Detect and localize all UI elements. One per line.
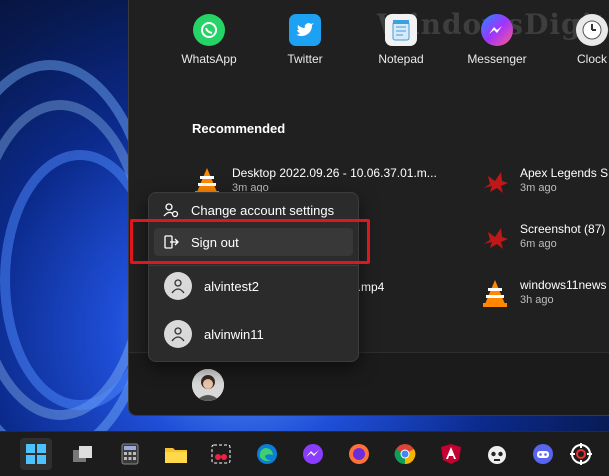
calculator-icon[interactable] <box>114 438 146 470</box>
pinned-app-twitter[interactable]: Twitter <box>265 10 345 66</box>
angular-icon[interactable] <box>435 438 467 470</box>
taskbar <box>0 431 609 476</box>
whatsapp-icon <box>193 14 225 46</box>
app-label: Clock <box>576 52 607 66</box>
account-name: alvinwin11 <box>204 326 264 342</box>
app-label: Notepad <box>378 52 424 66</box>
pinned-app-whatsapp[interactable]: WhatsApp <box>169 10 249 66</box>
account-settings-icon <box>163 202 179 218</box>
recommended-item-time: 3h ago <box>520 294 554 306</box>
app-label: WhatsApp <box>181 52 237 66</box>
recommended-item-title: Desktop 2022.09.26 - 10.06.37.01.m... <box>232 166 437 180</box>
account-avatar-icon <box>164 320 192 348</box>
discord-icon[interactable] <box>527 438 559 470</box>
bot-icon[interactable] <box>481 438 513 470</box>
messenger-icon <box>481 14 513 46</box>
twitter-icon <box>289 14 321 46</box>
recommended-item-title: Apex Legends S <box>520 166 609 180</box>
recommended-item-time: 3m ago <box>520 182 557 194</box>
pinned-app-clock[interactable]: Clock <box>552 10 609 66</box>
snipping-tool-icon[interactable] <box>205 438 237 470</box>
pinned-app-notepad[interactable]: Notepad <box>361 10 441 66</box>
notepad-icon <box>385 14 417 46</box>
apex-legends-icon <box>480 222 510 252</box>
messenger-icon[interactable] <box>297 438 329 470</box>
firefox-icon[interactable] <box>343 438 375 470</box>
apex-legends-icon <box>480 166 510 196</box>
edge-icon[interactable] <box>251 438 283 470</box>
account-avatar-icon <box>164 272 192 300</box>
vlc-icon <box>480 278 510 308</box>
account-flyout: Change account settings Sign out alvinte… <box>148 192 359 362</box>
recommended-item-time: 6m ago <box>520 238 557 250</box>
windows-start-icon[interactable] <box>20 438 52 470</box>
sign-out-highlight-box <box>130 219 370 264</box>
recommended-item-title: Screenshot (87) <box>520 222 606 236</box>
chrome-icon[interactable] <box>389 438 421 470</box>
clock-icon <box>576 14 608 46</box>
task-view-icon[interactable] <box>67 438 99 470</box>
pinned-app-messenger[interactable]: Messenger <box>457 10 537 66</box>
recommended-title: Recommended <box>192 121 286 136</box>
pinned-apps: WhatsApp Twitter Notepad Messenger Clock <box>129 10 609 70</box>
app-label: Messenger <box>467 52 527 66</box>
change-account-settings-label: Change account settings <box>191 202 335 218</box>
account-switch-alvintest2[interactable]: alvintest2 <box>154 266 353 306</box>
recommended-item-title: windows11news <box>520 278 607 292</box>
crosshair-icon[interactable] <box>565 438 597 470</box>
account-switch-alvinwin11[interactable]: alvinwin11 <box>154 314 353 354</box>
account-name: alvintest2 <box>204 278 259 294</box>
user-avatar-button[interactable] <box>192 369 224 401</box>
file-explorer-icon[interactable] <box>160 438 192 470</box>
app-label: Twitter <box>287 52 323 66</box>
